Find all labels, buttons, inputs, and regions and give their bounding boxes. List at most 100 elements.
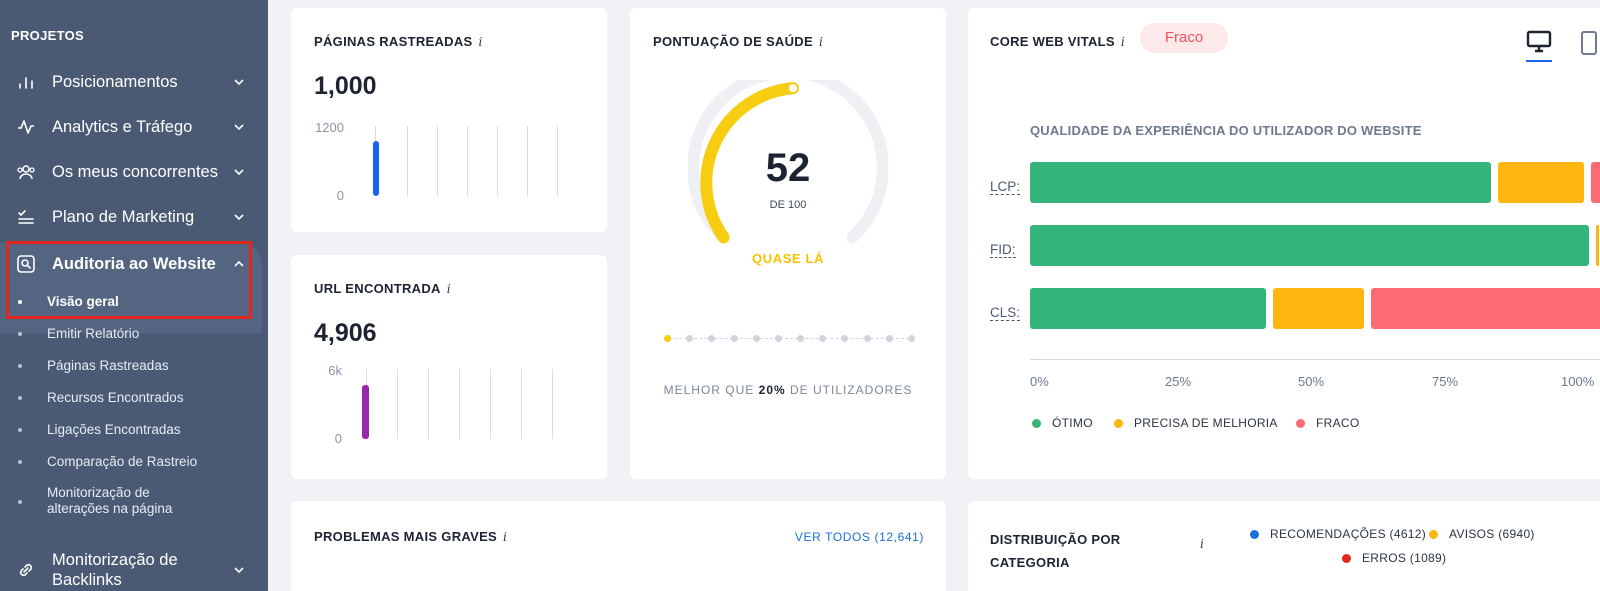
card-title: PÁGINAS RASTREADAS i bbox=[314, 34, 483, 49]
core-web-vitals-card: CORE WEB VITALS i Fraco QUALIDADE DA EXPE… bbox=[968, 8, 1600, 479]
percentile-dot bbox=[686, 335, 694, 342]
card-title: DISTRIBUIÇÃO POR CATEGORIA bbox=[990, 532, 1121, 570]
view-all-link[interactable]: VER TODOS (12,641) bbox=[795, 530, 924, 544]
sidebar-subitem-monitorizacao-alteracoes[interactable]: Monitorização de alterações na página bbox=[47, 485, 172, 517]
axis-bottom-label: 0 bbox=[334, 431, 342, 446]
crawled-pages-bar bbox=[373, 141, 379, 196]
bar-fid-0[interactable] bbox=[1030, 225, 1590, 266]
bar-lcp-0[interactable] bbox=[1030, 162, 1492, 203]
card-title: PROBLEMAS MAIS GRAVES i bbox=[314, 529, 508, 544]
bar-lcp-2[interactable] bbox=[1590, 162, 1600, 203]
info-icon[interactable]: i bbox=[1121, 35, 1125, 49]
sidebar-item-analytics[interactable]: Analytics e Tráfego bbox=[0, 106, 268, 148]
card-title: URL ENCONTRADA i bbox=[314, 281, 451, 296]
sidebar-item-concorrentes[interactable]: Os meus concorrentes bbox=[0, 151, 268, 193]
sidebar-subitem-comparacao[interactable]: Comparação de Rastreio bbox=[47, 454, 197, 469]
legend-item-erros: ERROS (1089) bbox=[1342, 551, 1446, 565]
sidebar-item-label: Plano de Marketing bbox=[52, 207, 195, 226]
percentile-dot bbox=[730, 335, 738, 342]
legend-dot bbox=[1429, 529, 1438, 539]
sidebar-subitem-recursos[interactable]: Recursos Encontrados bbox=[47, 390, 184, 405]
desktop-icon[interactable] bbox=[1526, 30, 1552, 54]
chart-title: QUALIDADE DA EXPERIÊNCIA DO UTILIZADOR D… bbox=[1030, 123, 1422, 138]
mobile-icon[interactable] bbox=[1580, 30, 1598, 56]
percentile-scale-line bbox=[664, 338, 914, 339]
crawled-pages-value: 1,000 bbox=[314, 72, 377, 100]
ylabel-cls: CLS: bbox=[990, 305, 1021, 321]
health-score-sub: DE 100 bbox=[769, 199, 807, 211]
legend-dot bbox=[1114, 418, 1123, 428]
bullet-icon bbox=[18, 364, 22, 368]
activity-icon bbox=[18, 120, 34, 134]
percentile-dot bbox=[797, 335, 805, 342]
category-distribution-card: DISTRIBUIÇÃO POR CATEGORIA i RECOMENDAÇÕ… bbox=[968, 501, 1600, 591]
grid-line bbox=[459, 369, 460, 439]
health-status: QUASE LÁ bbox=[752, 251, 824, 266]
health-score-value: 52 bbox=[765, 146, 811, 190]
sidebar-subitem-paginas-rastreadas[interactable]: Páginas Rastreadas bbox=[47, 358, 169, 373]
sidebar-item-posicionamentos[interactable]: Posicionamentos bbox=[0, 61, 268, 103]
grid-line bbox=[428, 369, 429, 439]
urls-found-value: 4,906 bbox=[314, 319, 377, 347]
grid-line bbox=[497, 126, 498, 196]
info-icon[interactable]: i bbox=[447, 282, 451, 296]
bullet-icon bbox=[18, 500, 22, 504]
bar-lcp-1[interactable] bbox=[1498, 162, 1584, 203]
bar-cls-0[interactable] bbox=[1030, 288, 1266, 329]
bar-cls-1[interactable] bbox=[1272, 288, 1364, 329]
grid-line bbox=[557, 126, 558, 196]
sidebar-item-label: Posicionamentos bbox=[52, 72, 178, 91]
card-title: CORE WEB VITALS i bbox=[990, 34, 1126, 49]
legend-item-avisos: AVISOS (6940) bbox=[1429, 527, 1535, 541]
legend-dot bbox=[1296, 418, 1305, 428]
percentile-dot bbox=[774, 335, 782, 342]
ylabel-fid: FID: bbox=[990, 242, 1016, 258]
chevron-down-icon bbox=[234, 124, 244, 131]
percentile-dot bbox=[708, 335, 716, 342]
bullet-icon bbox=[18, 428, 22, 432]
health-score-card: PONTUAÇÃO DE SAÚDE i 52 DE 100 QUASE LÁ M… bbox=[630, 8, 946, 479]
info-icon[interactable]: i bbox=[819, 35, 823, 49]
grid-line bbox=[527, 126, 528, 196]
ylabel-lcp: LCP: bbox=[990, 179, 1021, 195]
sidebar-subitem-ligacoes[interactable]: Ligações Encontradas bbox=[47, 422, 181, 437]
urls-found-bar bbox=[362, 385, 369, 439]
sidebar-subitem-emitir-relatorio[interactable]: Emitir Relatório bbox=[47, 326, 139, 341]
grid-line bbox=[521, 369, 522, 439]
top-issues-card: PROBLEMAS MAIS GRAVES i VER TODOS (12,641… bbox=[291, 501, 946, 591]
info-icon[interactable]: i bbox=[479, 35, 483, 49]
bar-cls-2[interactable] bbox=[1371, 288, 1600, 329]
bullet-icon bbox=[18, 460, 22, 464]
sidebar-item-label: Os meus concorrentes bbox=[52, 162, 218, 181]
bar-fid-1[interactable] bbox=[1596, 225, 1600, 266]
percentile-dot bbox=[908, 335, 915, 342]
xtick-label: 25% bbox=[1164, 374, 1192, 389]
chevron-down-icon bbox=[234, 79, 244, 86]
percentile-text: MELHOR QUE 20% DE UTILIZADORES bbox=[663, 383, 913, 397]
sidebar-item-label: Analytics e Tráfego bbox=[52, 117, 193, 136]
percentile-dot bbox=[885, 335, 893, 342]
sidebar-section-title: PROJETOS bbox=[11, 28, 84, 43]
grid-line bbox=[437, 126, 438, 196]
grid-line bbox=[490, 369, 491, 439]
percentile-dot bbox=[752, 335, 760, 342]
percentile-dot bbox=[841, 335, 849, 342]
sidebar-item-backlinks[interactable]: Monitorização de Backlinks bbox=[0, 548, 268, 591]
chevron-down-icon bbox=[234, 169, 244, 176]
axis-top-label: 6k bbox=[328, 363, 342, 378]
grid-line bbox=[397, 369, 398, 439]
info-icon[interactable]: i bbox=[1200, 537, 1204, 551]
percentile-scale bbox=[664, 334, 915, 344]
chevron-down-icon bbox=[234, 567, 244, 574]
grid-line bbox=[407, 126, 408, 196]
percentile-dot bbox=[863, 335, 871, 342]
info-icon[interactable]: i bbox=[503, 530, 507, 544]
legend-dot bbox=[1032, 418, 1041, 428]
sidebar-item-plano-marketing[interactable]: Plano de Marketing bbox=[0, 196, 268, 238]
percentile-dot bbox=[819, 335, 827, 342]
xtick-label: 100% bbox=[1561, 374, 1595, 389]
bullet-icon bbox=[18, 332, 22, 336]
xtick-label: 0% bbox=[1030, 374, 1049, 389]
sidebar: PROJETOS Posicionamentos Analytics e Trá… bbox=[0, 0, 268, 591]
urls-found-card: URL ENCONTRADA i 4,906 6k 0 bbox=[291, 255, 607, 479]
